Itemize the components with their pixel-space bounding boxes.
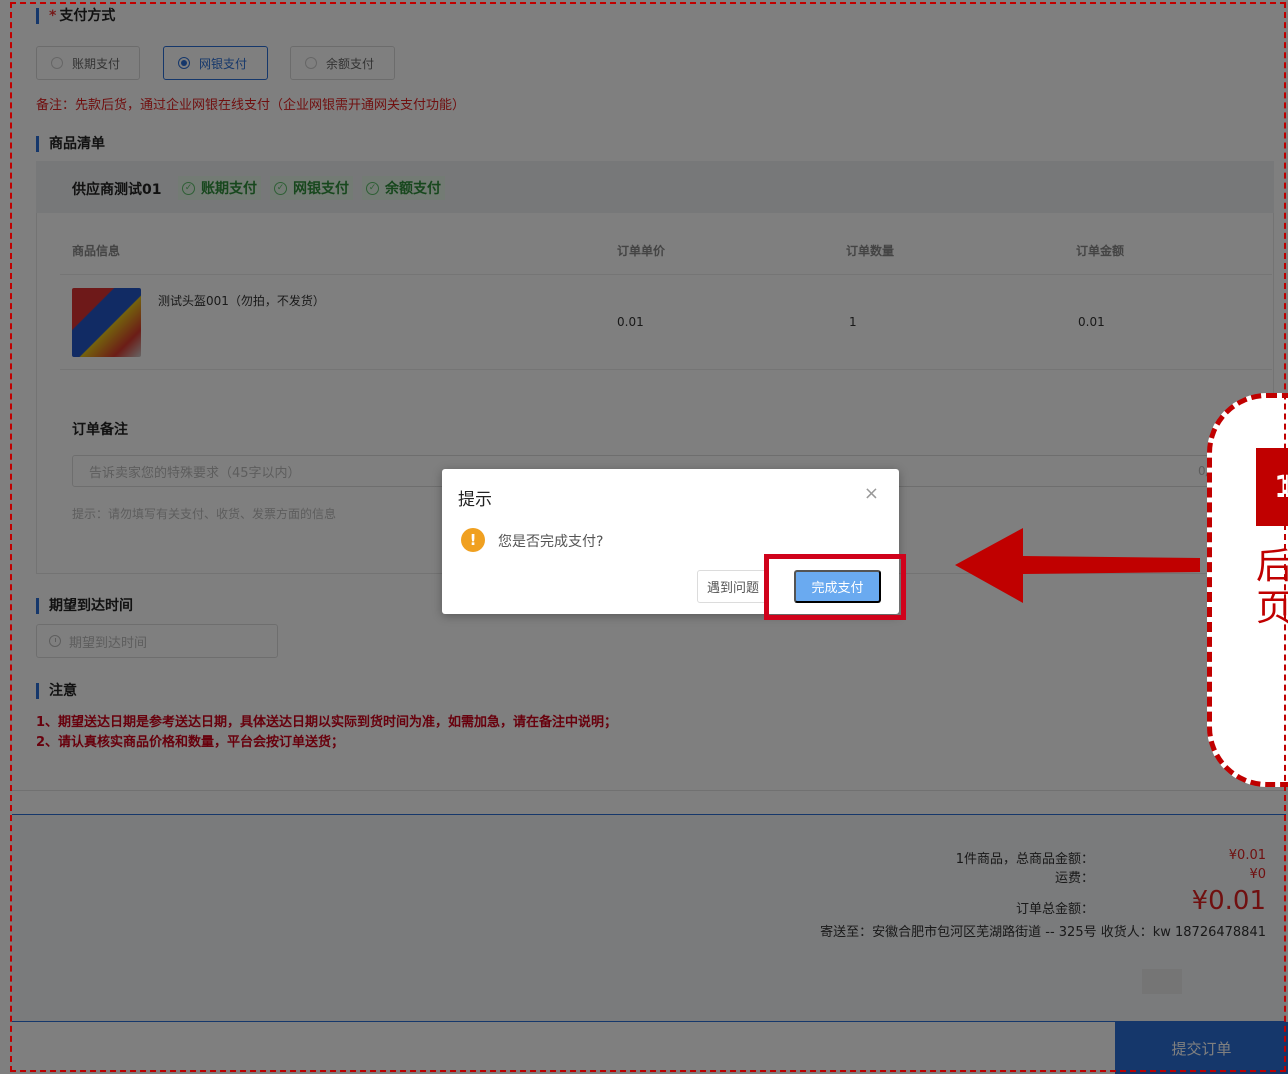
warning-icon: ! bbox=[461, 528, 485, 552]
encountered-problem-button[interactable]: 遇到问题 bbox=[697, 570, 769, 603]
callout-number: 1 bbox=[1256, 448, 1288, 526]
callout-text: 后页 bbox=[1256, 546, 1288, 630]
annotation-callout: 1 后页 bbox=[1207, 393, 1288, 787]
highlight-box bbox=[764, 554, 906, 620]
order-page: *支付方式 账期支付 网银支付 余额支付 备注：先款后货，通过企业网银在线支付（… bbox=[0, 0, 1288, 1074]
close-icon[interactable]: × bbox=[864, 483, 879, 504]
callout-arrow bbox=[955, 528, 1200, 603]
dialog-message: 您是否完成支付? bbox=[498, 534, 604, 550]
dialog-title: 提示 bbox=[458, 490, 492, 510]
